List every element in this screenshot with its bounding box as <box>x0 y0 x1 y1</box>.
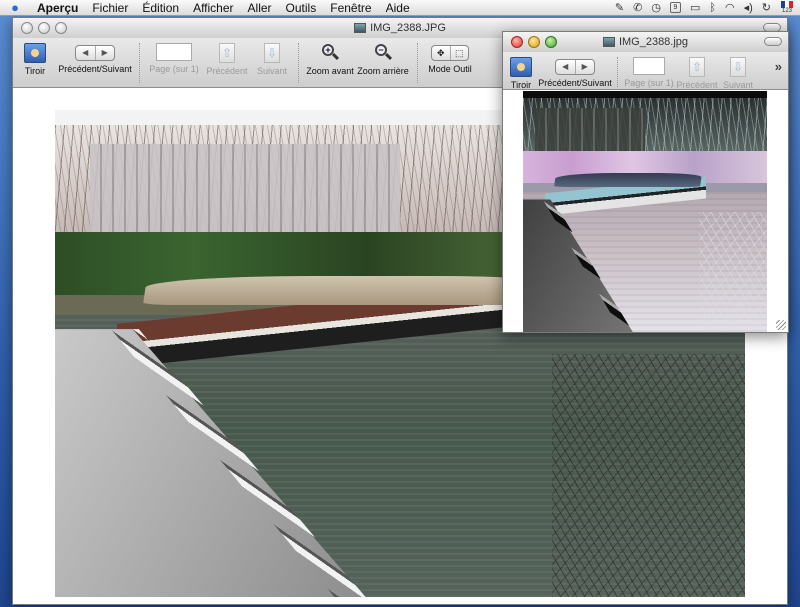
drawer-icon <box>510 57 532 77</box>
photo-branches <box>698 211 767 332</box>
secondary-canvas <box>503 91 788 332</box>
next-arrow-icon[interactable]: ▶ <box>94 46 115 60</box>
document-proxy-icon[interactable] <box>354 23 367 33</box>
prev-next-button[interactable]: ◀ ▶ Précédent/Suivant <box>538 57 612 88</box>
zoom-out-icon: − <box>373 43 393 63</box>
secondary-title-bar[interactable]: IMG_2388.jpg <box>503 32 788 52</box>
toolbar-separator <box>298 43 299 83</box>
input-menu-flag-icon[interactable]: 123 <box>780 0 794 15</box>
down-arrow-icon: ⇩ <box>730 57 746 77</box>
toolbar-separator <box>417 43 418 83</box>
prev-arrow-icon[interactable]: ◀ <box>76 46 95 60</box>
secondary-preview-window: IMG_2388.jpg Tiroir ◀ ▶ Précédent/Suivan… <box>502 31 789 333</box>
volume-icon[interactable]: ◂) <box>744 1 753 14</box>
apple-menu-icon[interactable]: ● <box>0 0 30 15</box>
script-menu-icon[interactable]: ✎ <box>615 1 624 14</box>
close-button[interactable] <box>21 22 33 34</box>
move-tool-icon[interactable]: ✥ <box>432 46 450 60</box>
menu-go[interactable]: Aller <box>241 0 279 16</box>
resize-grip-icon[interactable] <box>776 320 786 330</box>
tool-mode-control[interactable]: ✥ ⬚ Mode Outil <box>424 43 476 74</box>
menu-view[interactable]: Afficher <box>186 0 240 16</box>
menu-edit[interactable]: Édition <box>135 0 186 16</box>
photo-houseboat-roof <box>553 172 703 188</box>
menu-tools[interactable]: Outils <box>279 0 324 16</box>
menu-window[interactable]: Fenêtre <box>323 0 378 16</box>
drawer-icon <box>24 43 46 63</box>
window-title: IMG_2388.jpg <box>618 36 689 48</box>
prev-next-icon: ◀ ▶ <box>555 59 595 75</box>
photo-branches <box>551 353 745 597</box>
tool-mode-icon: ✥ ⬚ <box>431 45 469 61</box>
page-number-input[interactable] <box>156 43 192 61</box>
next-page-button[interactable]: ⇩ Suivant <box>720 57 756 90</box>
drawer-button[interactable]: Tiroir <box>13 43 57 76</box>
prev-next-button[interactable]: ◀ ▶ Précédent/Suivant <box>57 43 133 74</box>
inverted-photo <box>523 91 767 332</box>
zoom-in-button[interactable]: + Zoom avant <box>305 43 355 76</box>
menu-file[interactable]: Fichier <box>85 0 135 16</box>
bluetooth-icon[interactable]: ᛒ <box>709 2 716 14</box>
zoom-in-icon: + <box>320 43 340 63</box>
page-number-input[interactable] <box>633 57 665 75</box>
toolbar-separator <box>617 57 618 87</box>
previous-page-button[interactable]: ⇧ Précédent <box>202 43 252 76</box>
sync-icon[interactable]: ↻ <box>762 1 771 14</box>
minimize-button[interactable] <box>38 22 50 34</box>
toolbar-toggle-button[interactable] <box>764 37 782 46</box>
display-icon[interactable]: ▭ <box>690 1 700 14</box>
up-arrow-icon: ⇧ <box>219 43 235 63</box>
document-proxy-icon[interactable] <box>602 37 615 47</box>
menu-help[interactable]: Aide <box>379 0 417 16</box>
zoom-button[interactable] <box>545 36 557 48</box>
previous-page-button[interactable]: ⇧ Précédent <box>674 57 720 90</box>
minimize-button[interactable] <box>528 36 540 48</box>
photo-buildings <box>89 144 400 232</box>
drawer-button[interactable]: Tiroir <box>503 57 539 90</box>
ichat-icon[interactable]: 9 <box>669 2 681 13</box>
zoom-button[interactable] <box>55 22 67 34</box>
next-arrow-icon[interactable]: ▶ <box>574 60 595 74</box>
input-menu-label: 123 <box>781 7 792 14</box>
prev-arrow-icon[interactable]: ◀ <box>556 60 575 74</box>
up-arrow-icon: ⇧ <box>689 57 705 77</box>
toolbar-separator <box>139 43 140 83</box>
clock-icon[interactable]: ◷ <box>651 1 661 14</box>
menu-app[interactable]: Aperçu <box>30 0 85 16</box>
photo-buildings <box>535 107 645 152</box>
menu-bar: ● Aperçu Fichier Édition Afficher Aller … <box>0 0 800 16</box>
prev-next-icon: ◀ ▶ <box>75 45 115 61</box>
close-button[interactable] <box>511 36 523 48</box>
down-arrow-icon: ⇩ <box>264 43 280 63</box>
next-page-button[interactable]: ⇩ Suivant <box>252 43 292 76</box>
menu-extras: ✎ ✆ ◷ 9 ▭ ᛒ ◠ ◂) ↻ 123 <box>615 0 800 15</box>
secondary-toolbar: Tiroir ◀ ▶ Précédent/Suivant Page (sur 1… <box>503 52 788 90</box>
toolbar-overflow-chevron-icon[interactable]: » <box>775 59 782 74</box>
photo-houseboat-roof <box>142 275 561 305</box>
phone-icon[interactable]: ✆ <box>633 1 642 14</box>
select-tool-icon[interactable]: ⬚ <box>449 46 469 60</box>
page-field-group: Page (sur 1) <box>146 43 202 74</box>
page-field-group: Page (sur 1) <box>624 57 674 88</box>
window-title: IMG_2388.JPG <box>370 22 446 34</box>
wifi-icon[interactable]: ◠ <box>725 1 735 14</box>
zoom-out-button[interactable]: − Zoom arrière <box>355 43 411 76</box>
